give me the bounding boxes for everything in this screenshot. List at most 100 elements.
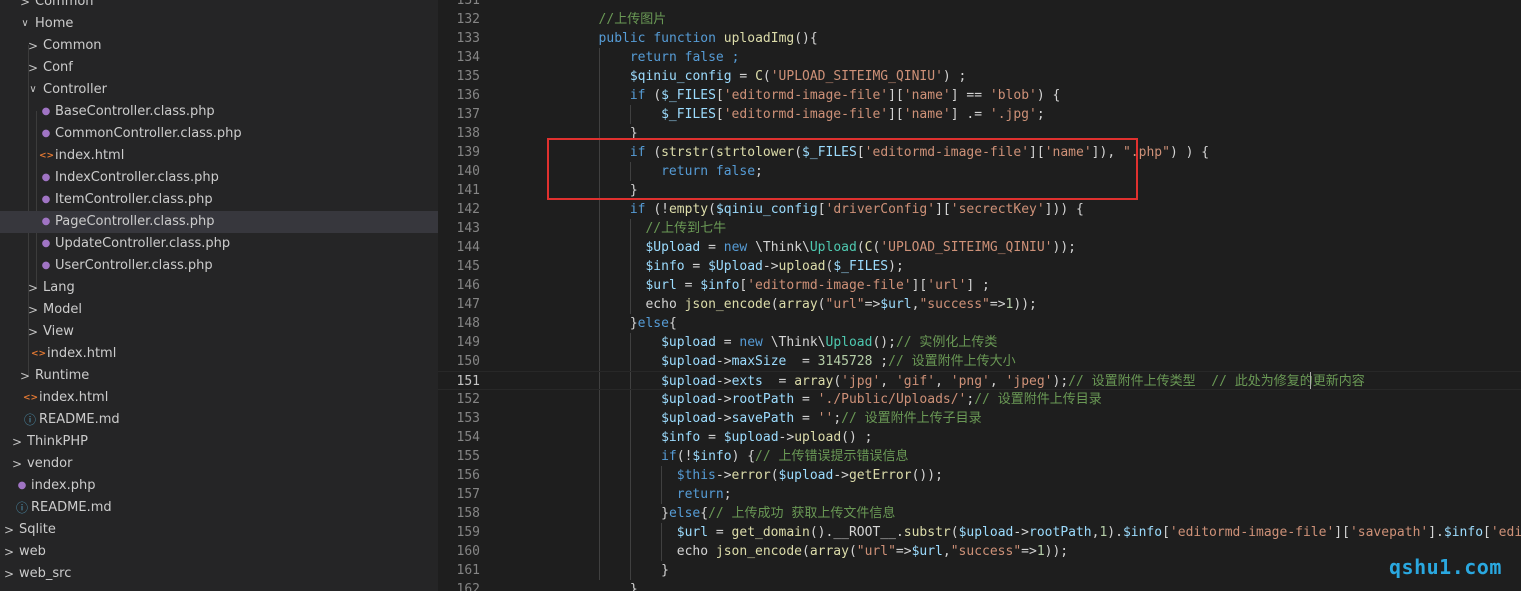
code-line[interactable]: 137 $_FILES['editormd-image-file']['name'… xyxy=(438,105,1521,124)
code-token: json_encode xyxy=(715,544,802,559)
code-line[interactable]: 152 $upload->rootPath = './Public/Uploads… xyxy=(438,390,1521,409)
code-line[interactable]: 149 $upload = new \Think\Upload();// 实例化上… xyxy=(438,333,1521,352)
code-line[interactable]: 148}else{ xyxy=(438,314,1521,333)
code-token: -> xyxy=(715,468,732,483)
code-line[interactable]: 158}else{// 上传成功 获取上传文件信息 xyxy=(438,504,1521,523)
chevron-right-icon[interactable]: > xyxy=(27,35,39,57)
code-line[interactable]: 135 $qiniu_config = C('UPLOAD_SITEIMG_QIN… xyxy=(438,67,1521,86)
code-line[interactable]: 155 if(!$info) {// 上传错误提示错误信息 xyxy=(438,447,1521,466)
code-token: else xyxy=(637,316,669,331)
explorer-file-item[interactable]: <> index.html xyxy=(0,387,438,409)
chevron-right-icon[interactable]: > xyxy=(27,299,39,321)
explorer-item-label: CommonController.class.php xyxy=(55,126,242,141)
explorer-folder-item[interactable]: > Lang xyxy=(0,277,438,299)
code-token: $info xyxy=(645,259,685,274)
code-token: Upload xyxy=(825,335,873,350)
explorer-file-item[interactable]: ● PageController.class.php xyxy=(0,211,438,233)
code-token: = xyxy=(762,374,795,389)
code-line[interactable]: 143 //上传到七牛 xyxy=(438,219,1521,238)
code-line[interactable]: 133 public function uploadImg(){ xyxy=(438,29,1521,48)
explorer-file-item[interactable]: ● IndexController.class.php xyxy=(0,167,438,189)
code-token: 'editormd-image-file' xyxy=(723,88,889,103)
explorer-folder-item[interactable]: > ThinkPHP xyxy=(0,431,438,453)
code-line[interactable]: 131 xyxy=(438,0,1521,10)
code-text: $upload->exts = array('jpg', 'gif', 'png… xyxy=(661,372,1365,391)
explorer-folder-item[interactable]: > web_src xyxy=(0,563,438,585)
code-token: -> xyxy=(715,411,732,426)
code-text: }else{ xyxy=(630,314,677,333)
code-line[interactable]: 150 $upload->maxSize = 3145728 ;// 设置附件上传… xyxy=(438,352,1521,371)
code-line[interactable]: 160 echo json_encode(array("url"=>$url,"s… xyxy=(438,542,1521,561)
code-token: ( xyxy=(770,468,779,483)
explorer-file-item[interactable]: ● UpdateController.class.php xyxy=(0,233,438,255)
code-token: public function xyxy=(598,31,724,46)
code-token: = xyxy=(684,259,709,274)
explorer-folder-item[interactable]: > Sqlite xyxy=(0,519,438,541)
explorer-folder-item[interactable]: ∨ Home xyxy=(0,13,438,35)
chevron-right-icon[interactable]: > xyxy=(3,541,15,563)
explorer-file-item[interactable]: ⓘ README.md xyxy=(0,497,438,519)
code-token: ; xyxy=(723,487,732,502)
explorer-folder-item[interactable]: > Common xyxy=(0,0,438,13)
chevron-right-icon[interactable]: > xyxy=(27,57,39,79)
code-token: )); xyxy=(1044,544,1069,559)
explorer-item-label: index.html xyxy=(55,148,125,163)
chevron-right-icon[interactable]: > xyxy=(19,365,31,387)
chevron-right-icon[interactable]: > xyxy=(3,519,15,541)
code-token: ) { xyxy=(1036,88,1061,103)
code-token: (). xyxy=(809,525,834,540)
line-number: 142 xyxy=(456,202,480,217)
explorer-folder-item[interactable]: > Conf xyxy=(0,57,438,79)
html-file-icon: <> xyxy=(23,393,39,403)
code-token: if xyxy=(629,202,654,217)
explorer-file-item[interactable]: ● CommonController.class.php xyxy=(0,123,438,145)
explorer-item-label: index.html xyxy=(39,390,109,405)
code-line[interactable]: 156 $this->error($upload->getError()); xyxy=(438,466,1521,485)
explorer-folder-item[interactable]: > Runtime xyxy=(0,365,438,387)
explorer-file-item[interactable]: ⓘ README.md xyxy=(0,409,438,431)
explorer-file-item[interactable]: <> index.html xyxy=(0,145,438,167)
code-line[interactable]: 161} xyxy=(438,561,1521,580)
code-line[interactable]: 134 return false ; xyxy=(438,48,1521,67)
code-line[interactable]: 153 $upload->savePath = '';// 设置附件上传子目录 xyxy=(438,409,1521,428)
code-line[interactable]: 162} xyxy=(438,580,1521,591)
chevron-right-icon[interactable]: > xyxy=(3,563,15,585)
explorer-folder-item[interactable]: > View xyxy=(0,321,438,343)
chevron-right-icon[interactable]: > xyxy=(19,0,31,13)
explorer-folder-item[interactable]: > Common xyxy=(0,35,438,57)
code-token: 'editormd-image-file' xyxy=(747,278,912,293)
explorer-folder-item[interactable]: ∨ Controller xyxy=(0,79,438,101)
explorer-folder-item[interactable]: > web xyxy=(0,541,438,563)
explorer-folder-item[interactable]: > vendor xyxy=(0,453,438,475)
explorer-file-item[interactable]: ● BaseController.class.php xyxy=(0,101,438,123)
explorer-folder-item[interactable]: > Model xyxy=(0,299,438,321)
code-line[interactable]: 147 echo json_encode(array("url"=>$url,"s… xyxy=(438,295,1521,314)
code-token: maxSize xyxy=(731,354,787,369)
chevron-right-icon[interactable]: > xyxy=(27,321,39,343)
code-line[interactable]: 145 $info = $Upload->upload($_FILES); xyxy=(438,257,1521,276)
explorer-file-item[interactable]: ● UserController.class.php xyxy=(0,255,438,277)
explorer-file-item[interactable]: <> index.html xyxy=(0,343,438,365)
code-editor[interactable]: 131 132 //上传图片 133 public function uploadImg… xyxy=(438,0,1521,591)
explorer-file-item[interactable]: ● ItemController.class.php xyxy=(0,189,438,211)
chevron-down-icon[interactable]: ∨ xyxy=(19,13,31,35)
code-line[interactable]: 151 $upload->exts = array('jpg', 'gif', '… xyxy=(438,371,1521,390)
code-token: $info xyxy=(692,449,732,464)
code-line[interactable]: 146 $url = $info['editormd-image-file']['… xyxy=(438,276,1521,295)
code-line[interactable]: 142 if (!empty($qiniu_config['driverConfi… xyxy=(438,200,1521,219)
chevron-down-icon[interactable]: ∨ xyxy=(27,79,39,101)
code-line[interactable]: 136 if ($_FILES['editormd-image-file']['n… xyxy=(438,86,1521,105)
code-line[interactable]: 154 $info = $upload->upload() ; xyxy=(438,428,1521,447)
code-token: rootPath xyxy=(1029,525,1092,540)
code-line[interactable]: 132 //上传图片 xyxy=(438,10,1521,29)
code-line[interactable]: 144 $Upload = new \Think\Upload(C('UPLOAD… xyxy=(438,238,1521,257)
explorer-file-item[interactable]: ● index.php xyxy=(0,475,438,497)
code-text: $upload = new \Think\Upload();// 实例化上传类 xyxy=(661,333,997,352)
chevron-right-icon[interactable]: > xyxy=(27,277,39,299)
code-token: $url xyxy=(676,525,709,540)
code-line[interactable]: 159 $url = get_domain().__ROOT__.substr($… xyxy=(438,523,1521,542)
chevron-right-icon[interactable]: > xyxy=(11,431,23,453)
chevron-right-icon[interactable]: > xyxy=(11,453,23,475)
line-number: 136 xyxy=(456,88,480,103)
code-line[interactable]: 157 return; xyxy=(438,485,1521,504)
